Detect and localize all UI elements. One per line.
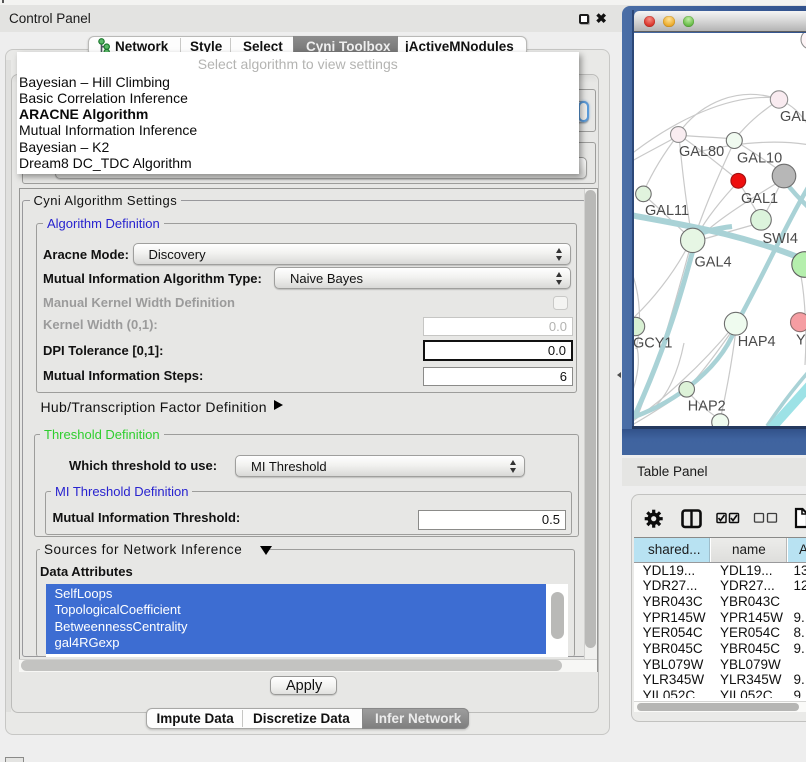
svg-text:GAL10: GAL10 [737, 150, 782, 166]
svg-text:GCY1: GCY1 [634, 335, 673, 351]
svg-text:HAP4: HAP4 [738, 334, 776, 350]
svg-text:GAL1: GAL1 [741, 191, 778, 207]
svg-text:GAL7: GAL7 [780, 109, 806, 125]
svg-text:SWI4: SWI4 [763, 231, 798, 247]
svg-text:GAL80: GAL80 [679, 144, 724, 160]
svg-text:GAL4: GAL4 [695, 254, 732, 270]
svg-text:GAL11: GAL11 [645, 203, 689, 219]
svg-text:Y: Y [796, 332, 806, 348]
svg-text:HAP2: HAP2 [688, 398, 726, 414]
